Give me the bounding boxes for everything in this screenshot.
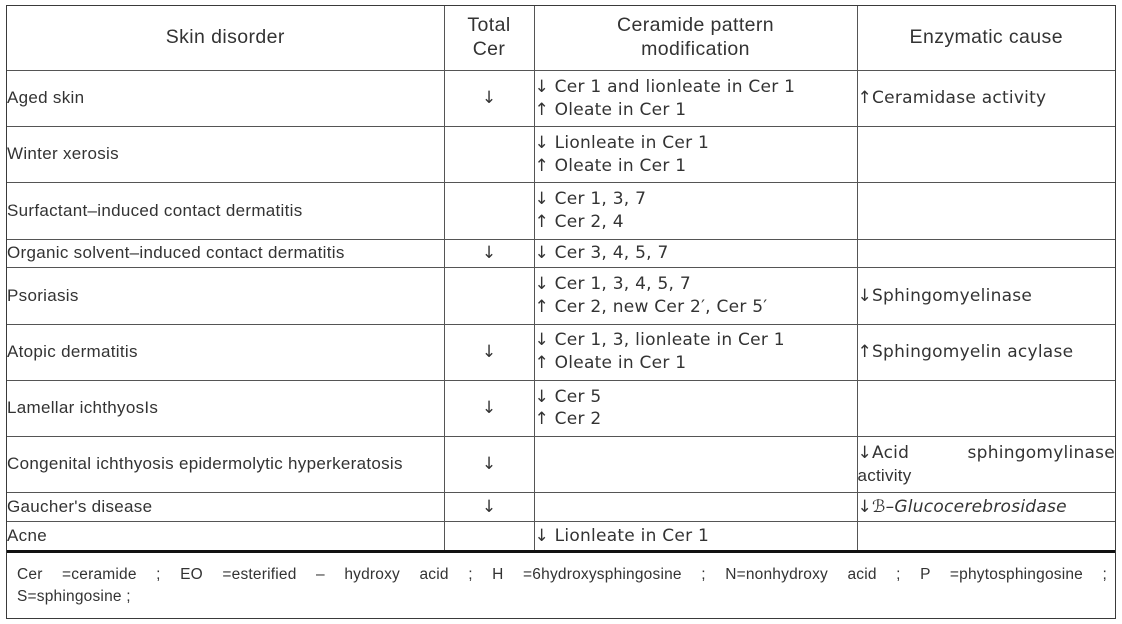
pattern-line: ↑ Oleate in Cer 1: [534, 353, 687, 374]
cell-pattern: ↓ Cer 1, 3, lionleate in Cer 1 ↑ Oleate …: [534, 324, 858, 381]
table-row: Acne ↓ Lionleate in Cer 1: [7, 521, 1115, 552]
cell-enzyme: ↓ℬ–Glucocerebrosidase: [857, 492, 1115, 523]
enzyme-line: ↓Sphingomyelinase: [857, 285, 1033, 306]
cell-pattern: ↓ Cer 3, 4, 5, 7: [534, 239, 858, 269]
cell-enzyme: [857, 239, 1115, 269]
table-footnote-row: Cer =ceramide ; EO =esterified – hydroxy…: [7, 549, 1115, 618]
cell-enzyme: ↓Acid sphingomylinase activity: [857, 436, 1115, 494]
table-row: Psoriasis ↓ Cer 1, 3, 4, 5, 7 ↑ Cer 2, n…: [7, 267, 1115, 325]
ceramide-disorder-table-container: Skin disorder Total Cer Ceramide pattern…: [6, 5, 1116, 619]
cell-enzyme: ↑Ceramidase activity: [857, 70, 1115, 128]
pattern-line: ↓ Cer 1, 3, lionleate in Cer 1: [534, 330, 785, 351]
cell-enzyme: [857, 380, 1115, 438]
cell-total-cer: ↓: [444, 239, 535, 269]
cell-enzyme: [857, 182, 1115, 240]
cell-pattern: ↓ Lionleate in Cer 1: [534, 521, 858, 552]
table-row: Surfactant–induced contact dermatitis ↓ …: [7, 182, 1115, 240]
cell-total-cer: [444, 267, 535, 325]
cell-disorder: Gaucher's disease: [7, 492, 445, 523]
cell-total-cer: [444, 521, 535, 552]
footnote-line-1: Cer =ceramide ; EO =esterified – hydroxy…: [17, 565, 1107, 583]
header-row: Skin disorder Total Cer Ceramide pattern…: [7, 6, 1115, 71]
column-header-total-cer-line-1: Total: [467, 14, 511, 37]
cell-disorder: Congenital ichthyosis epidermolytic hype…: [7, 436, 445, 494]
table-row: Organic solvent–induced contact dermatit…: [7, 239, 1115, 269]
pattern-line: ↑ Cer 2: [534, 409, 602, 430]
table-body: Aged skin ↓ ↓ Cer 1 and lionleate in Cer…: [7, 70, 1115, 618]
pattern-line: ↑ Cer 2, 4: [534, 212, 624, 233]
cell-disorder: Lamellar ichthyosIs: [7, 380, 445, 438]
cell-total-cer: ↓: [444, 436, 535, 494]
table-row: Gaucher's disease ↓ ↓ℬ–Glucocerebrosidas…: [7, 492, 1115, 523]
enzyme-line: ↓ℬ–Glucocerebrosidase: [857, 496, 1067, 517]
cell-disorder: Atopic dermatitis: [7, 324, 445, 381]
cell-total-cer: ↓: [444, 492, 535, 523]
pattern-line: ↓ Cer 3, 4, 5, 7: [534, 243, 669, 264]
cell-total-cer: [444, 126, 535, 184]
cell-enzyme: ↓Sphingomyelinase: [857, 267, 1115, 325]
cell-total-cer: ↓: [444, 70, 535, 128]
ceramide-disorder-table: Skin disorder Total Cer Ceramide pattern…: [7, 6, 1115, 618]
cell-disorder: Aged skin: [7, 70, 445, 128]
cell-disorder: Acne: [7, 521, 445, 552]
table-row: Lamellar ichthyosIs ↓ ↓ Cer 5 ↑ Cer 2: [7, 380, 1115, 438]
pattern-line: ↓ Cer 1 and lionleate in Cer 1: [534, 76, 796, 97]
cell-pattern: [534, 492, 858, 523]
column-header-skin-disorder: Skin disorder: [7, 6, 445, 71]
cell-pattern: ↓ Cer 1 and lionleate in Cer 1 ↑ Oleate …: [534, 70, 858, 128]
pattern-line: ↑ Cer 2, new Cer 2′, Cer 5′: [534, 297, 768, 318]
cell-disorder: Surfactant–induced contact dermatitis: [7, 182, 445, 240]
column-header-ceramide-pattern-modification: Ceramide pattern modification: [534, 6, 858, 71]
pattern-line: ↑ Oleate in Cer 1: [534, 99, 687, 120]
cell-enzyme: [857, 126, 1115, 184]
cell-enzyme: ↑Sphingomyelin acylase: [857, 324, 1115, 381]
cell-enzyme: [857, 521, 1115, 552]
table-row: Congenital ichthyosis epidermolytic hype…: [7, 436, 1115, 494]
column-header-ceramide-pattern-line-2: modification: [641, 38, 750, 60]
table-footnote: Cer =ceramide ; EO =esterified – hydroxy…: [7, 549, 1115, 618]
cell-total-cer: ↓: [444, 380, 535, 438]
cell-pattern: ↓ Cer 5 ↑ Cer 2: [534, 380, 858, 438]
cell-pattern: ↓ Lionleate in Cer 1 ↑ Oleate in Cer 1: [534, 126, 858, 184]
cell-pattern: ↓ Cer 1, 3, 4, 5, 7 ↑ Cer 2, new Cer 2′,…: [534, 267, 858, 325]
enzyme-line: ↑Ceramidase activity: [857, 88, 1047, 109]
enzyme-line: activity: [857, 465, 912, 485]
column-header-enzymatic-cause-line-1: Enzymatic cause: [909, 26, 1063, 49]
pattern-line: ↓ Cer 5: [534, 386, 602, 407]
cell-pattern: [534, 436, 858, 494]
column-header-total-cer: Total Cer: [444, 6, 535, 71]
pattern-line: ↓ Lionleate in Cer 1: [534, 132, 710, 153]
cell-total-cer: [444, 182, 535, 240]
enzyme-line: ↑Sphingomyelin acylase: [857, 341, 1074, 362]
footnote-line-2: S=sphingosine ;: [17, 587, 131, 605]
column-header-ceramide-pattern-line-1: Ceramide pattern: [616, 14, 775, 37]
pattern-line: ↓ Lionleate in Cer 1: [534, 525, 710, 546]
enzyme-line: ↓Acid sphingomylinase: [857, 442, 1115, 463]
table-header: Skin disorder Total Cer Ceramide pattern…: [7, 6, 1115, 71]
column-header-skin-disorder-line-1: Skin disorder: [165, 26, 285, 49]
column-header-enzymatic-cause: Enzymatic cause: [857, 6, 1115, 71]
cell-disorder: Psoriasis: [7, 267, 445, 325]
table-row: Aged skin ↓ ↓ Cer 1 and lionleate in Cer…: [7, 70, 1115, 128]
cell-disorder: Winter xerosis: [7, 126, 445, 184]
cell-disorder: Organic solvent–induced contact dermatit…: [7, 239, 445, 269]
cell-total-cer: ↓: [444, 324, 535, 381]
table-row: Atopic dermatitis ↓ ↓ Cer 1, 3, lionleat…: [7, 324, 1115, 381]
pattern-line: ↓ Cer 1, 3, 4, 5, 7: [534, 274, 691, 295]
pattern-line: ↓ Cer 1, 3, 7: [534, 189, 647, 210]
cell-pattern: ↓ Cer 1, 3, 7 ↑ Cer 2, 4: [534, 182, 858, 240]
table-row: Winter xerosis ↓ Lionleate in Cer 1 ↑ Ol…: [7, 126, 1115, 184]
pattern-line: ↑ Oleate in Cer 1: [534, 155, 687, 176]
column-header-total-cer-line-2: Cer: [472, 38, 506, 60]
